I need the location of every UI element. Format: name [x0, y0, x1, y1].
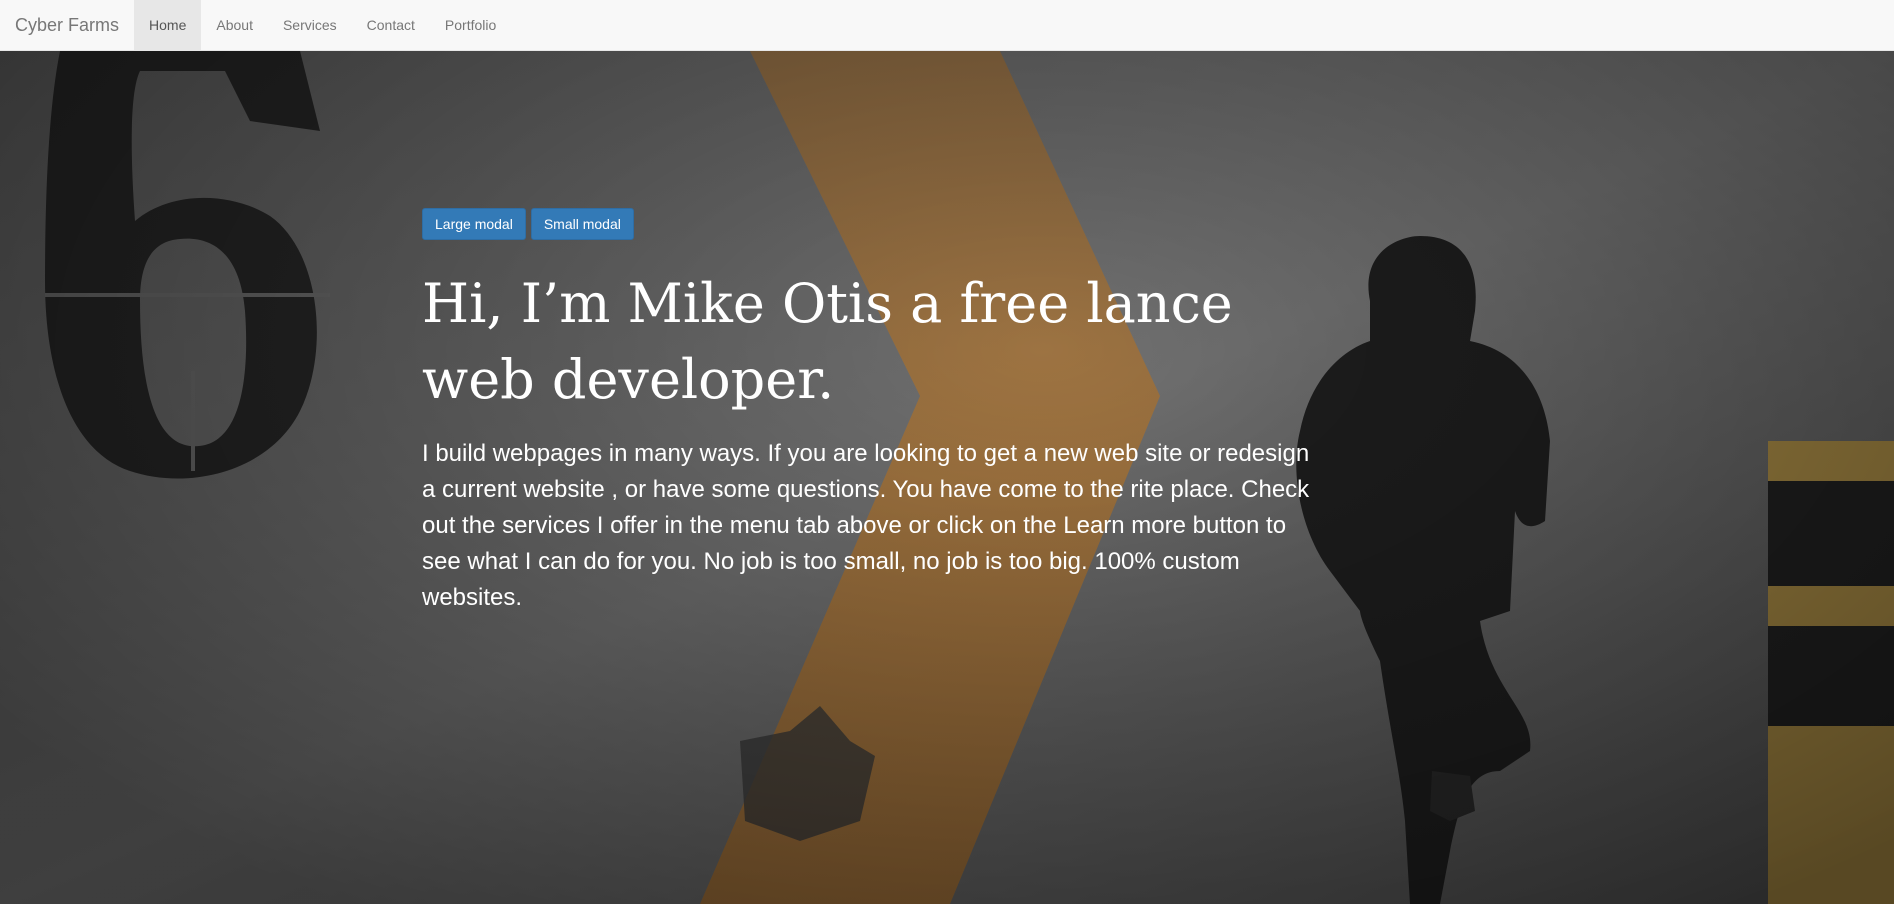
large-modal-button[interactable]: Large modal: [422, 208, 526, 240]
top-navbar: Cyber Farms Home About Services Contact …: [0, 0, 1894, 51]
hero-content: Large modal Small modal Hi, I’m Mike Oti…: [422, 208, 1322, 616]
hero-intro-text: I build webpages in many ways. If you ar…: [422, 440, 1310, 611]
nav-item-home[interactable]: Home: [134, 0, 202, 50]
nav-item-contact[interactable]: Contact: [352, 0, 430, 50]
brand-link[interactable]: Cyber Farms: [0, 0, 134, 50]
modal-button-group: Large modal Small modal: [422, 208, 1322, 240]
nav-item-services[interactable]: Services: [268, 0, 352, 50]
hero-section: Large modal Small modal Hi, I’m Mike Oti…: [0, 51, 1894, 904]
nav-item-portfolio[interactable]: Portfolio: [430, 0, 511, 50]
nav-menu: Home About Services Contact Portfolio: [134, 0, 511, 50]
small-modal-button[interactable]: Small modal: [530, 208, 634, 240]
nav-item-about[interactable]: About: [201, 0, 268, 50]
hero-headline: Hi, I’m Mike Otis a free lance web devel…: [422, 272, 1233, 411]
